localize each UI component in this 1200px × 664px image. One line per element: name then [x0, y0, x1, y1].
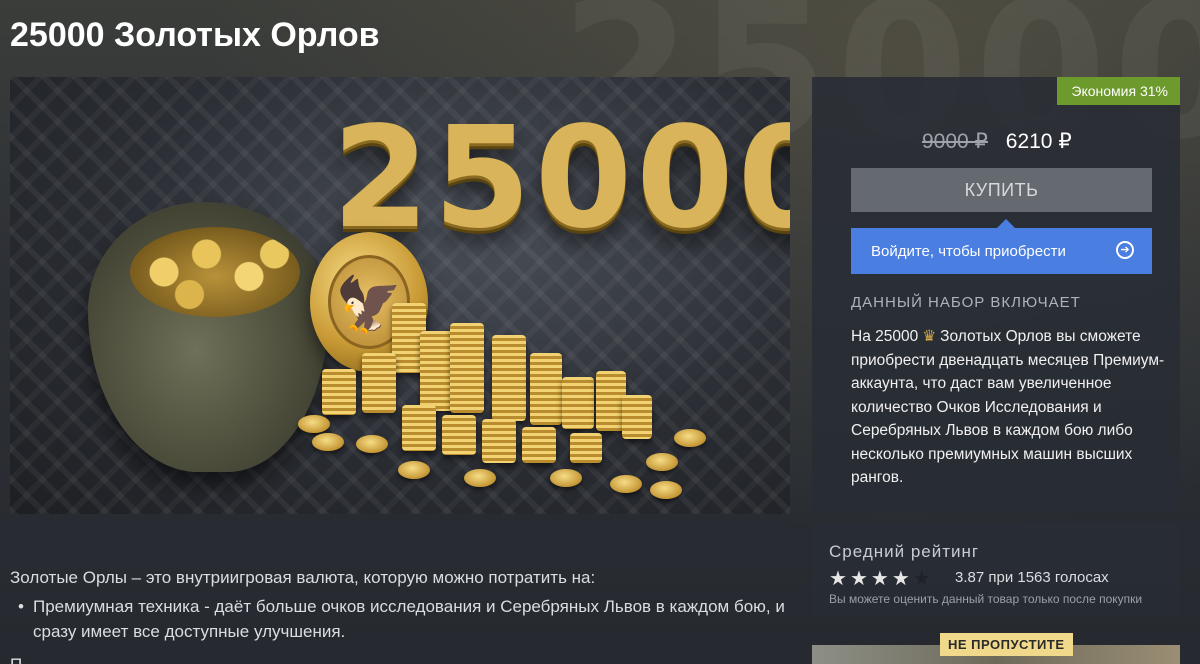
description-list: Премиумная техника - даёт больше очков и…: [10, 594, 790, 644]
loose-coin: [312, 433, 344, 451]
promo-badge: НЕ ПРОПУСТИТЕ: [940, 633, 1073, 656]
description-next-line: П: [10, 652, 790, 664]
coin-stack: [530, 353, 562, 425]
coin-stack: [362, 353, 396, 413]
rating-title: Средний рейтинг: [829, 542, 980, 561]
includes-text-prefix: На 25000: [851, 328, 919, 345]
login-to-buy-button[interactable]: Войдите, чтобы приобрести ➔: [851, 219, 1152, 274]
star-empty-icon: ★: [912, 568, 934, 590]
product-description: Золотые Орлы – это внутриигровая валюта,…: [10, 565, 790, 664]
coin-stack: [570, 433, 602, 463]
star-filled-icon: ★: [829, 568, 850, 590]
page-title: 25000 Золотых Орлов: [10, 16, 380, 54]
rating-panel: Средний рейтинг ★★★★★ 3.87 при 1563 голо…: [812, 524, 1180, 616]
coin-stack: [492, 335, 526, 421]
star-filled-icon: ★: [891, 568, 913, 590]
coin-stack: [482, 419, 516, 463]
loose-coin: [650, 481, 682, 499]
eagle-emblem-icon: ♛: [922, 328, 937, 345]
star-filled-icon: ★: [849, 568, 871, 590]
loose-coin: [398, 461, 430, 479]
login-button-label: Войдите, чтобы приобрести: [871, 242, 1066, 260]
rating-value: 3.87 при 1563 голосах: [955, 569, 1109, 586]
includes-title: ДАННЫЙ НАБОР ВКЛЮЧАЕТ: [851, 294, 1081, 311]
loose-coin: [550, 469, 582, 487]
hero-number: 25000: [332, 97, 790, 260]
loose-coin: [646, 453, 678, 471]
star-filled-icon: ★: [870, 568, 892, 590]
coin-stack: [450, 323, 484, 413]
old-price: 9000 ₽: [922, 130, 988, 153]
loose-coin: [464, 469, 496, 487]
loose-coin: [298, 415, 330, 433]
rating-stars: ★★★★★: [829, 566, 934, 591]
new-price: 6210 ₽: [1005, 130, 1072, 153]
coin-stack: [522, 427, 556, 463]
list-item: Премиумная техника - даёт больше очков и…: [10, 594, 790, 644]
coin-stack: [562, 377, 594, 429]
discount-badge: Экономия 31%: [1057, 77, 1180, 105]
includes-text-suffix: Золотых Орлов вы сможете приобрести двен…: [851, 328, 1165, 486]
login-arrow-icon: ➔: [1116, 241, 1134, 259]
description-intro: Золотые Орлы – это внутриигровая валюта,…: [10, 568, 596, 587]
rating-note: Вы можете оценить данный товар только по…: [829, 592, 1143, 606]
product-image: 25000 🦅: [10, 77, 790, 514]
buy-button[interactable]: КУПИТЬ: [851, 168, 1152, 212]
price-row: 9000 ₽ 6210 ₽: [922, 129, 1072, 154]
coin-stack: [322, 369, 356, 415]
coin-stack: [442, 415, 476, 455]
loose-coin: [610, 475, 642, 493]
includes-text: На 25000 ♛ Золотых Орлов вы сможете приобр…: [851, 325, 1169, 490]
loose-coin: [356, 435, 388, 453]
loose-coin: [674, 429, 706, 447]
purchase-panel: Экономия 31% 9000 ₽ 6210 ₽ КУПИТЬ Войдит…: [812, 77, 1180, 513]
bag-coins-image: [130, 227, 300, 317]
coin-stack: [622, 395, 652, 439]
coin-stack: [402, 405, 436, 451]
